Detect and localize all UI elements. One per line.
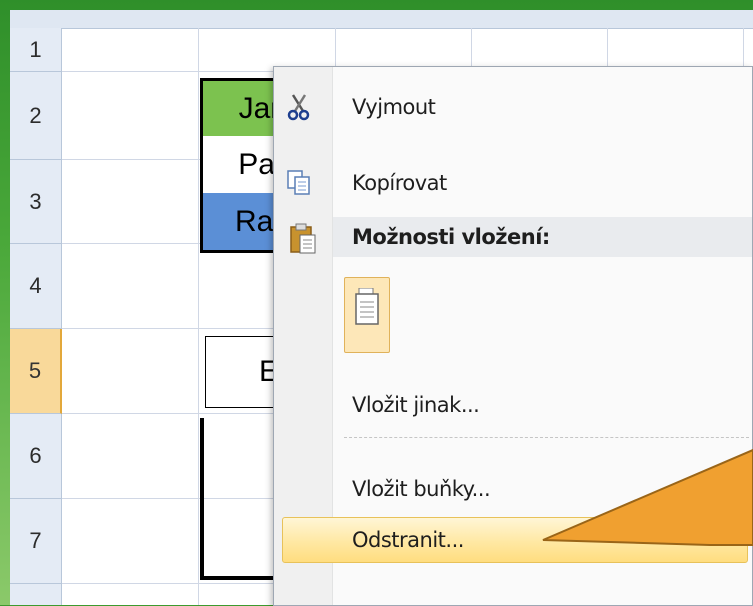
column-header-bar <box>10 10 753 29</box>
row-header-2[interactable]: 2 <box>10 72 62 160</box>
menu-item-copy[interactable]: Kopírovat <box>274 163 752 203</box>
row-header-7[interactable]: 7 <box>10 499 62 584</box>
row-header-6[interactable]: 6 <box>10 414 62 499</box>
menu-separator <box>344 437 749 438</box>
row-header-5[interactable]: 5 <box>10 329 62 414</box>
callout-arrow <box>542 448 753 546</box>
menu-item-paste-special-label: Vložit jinak... <box>352 393 480 417</box>
menu-item-delete-label: Odstranit... <box>352 528 464 552</box>
cell-border <box>200 418 204 578</box>
clipboard-icon <box>288 223 318 260</box>
paste-options-section: Možnosti vložení: <box>333 217 752 257</box>
menu-item-cut[interactable]: Vyjmout <box>274 87 752 127</box>
menu-item-cut-label: Vyjmout <box>352 95 436 119</box>
row-header-1[interactable]: 1 <box>10 28 62 72</box>
grid-line <box>198 28 199 605</box>
scissors-icon <box>284 92 314 122</box>
menu-item-copy-label: Kopírovat <box>352 171 447 195</box>
paste-document-icon <box>353 287 381 343</box>
menu-item-paste-special[interactable]: Vložit jinak... <box>274 385 752 425</box>
row-header-3[interactable]: 3 <box>10 160 62 244</box>
paste-option-button[interactable] <box>344 277 390 353</box>
row-header-4[interactable]: 4 <box>10 244 62 329</box>
menu-item-insert-cells-label: Vložit buňky... <box>352 477 491 501</box>
paste-options-label: Možnosti vložení: <box>352 225 550 249</box>
row-header-8[interactable] <box>10 584 62 605</box>
copy-icon <box>284 168 314 198</box>
